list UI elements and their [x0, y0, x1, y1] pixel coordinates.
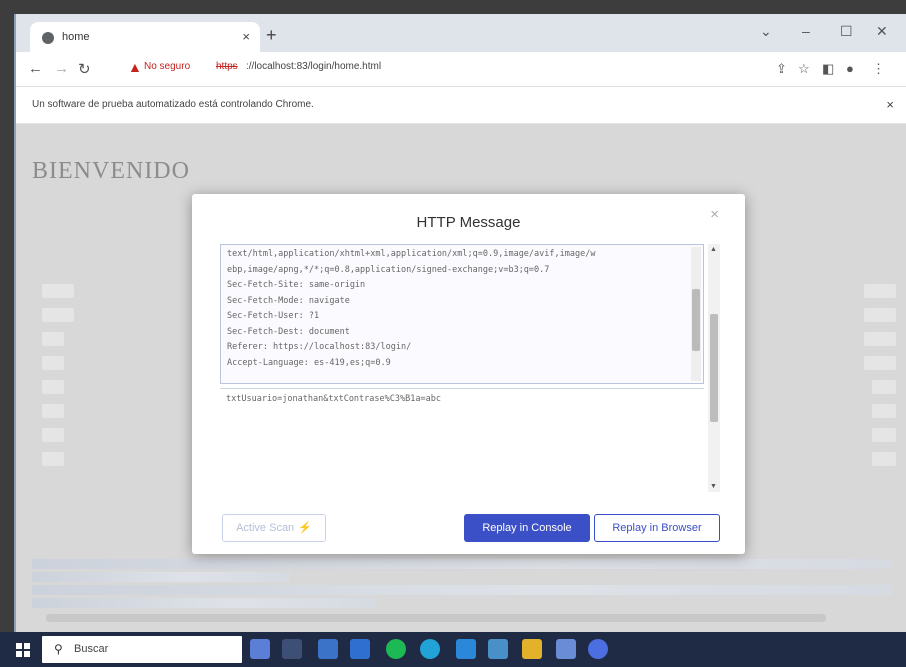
- headers-scroll-thumb[interactable]: [692, 289, 700, 351]
- app-icon[interactable]: [556, 639, 576, 659]
- bg-side-button: [42, 308, 74, 322]
- bg-side-button: [872, 404, 896, 418]
- active-scan-label: Active Scan: [236, 522, 295, 534]
- reload-icon[interactable]: ↻: [78, 60, 91, 78]
- scroll-down-icon[interactable]: ▼: [710, 483, 717, 490]
- taskbar: ⚲ Buscar: [0, 632, 906, 667]
- request-headers-text: text/html,application/xhtml+xml,applicat…: [227, 249, 596, 368]
- bg-row: [32, 585, 892, 595]
- page-title: BIENVENIDO: [32, 158, 190, 184]
- automation-infobar: Un software de prueba automatizado está …: [16, 87, 906, 124]
- bg-side-button: [864, 356, 896, 370]
- request-headers-pane[interactable]: text/html,application/xhtml+xml,applicat…: [220, 244, 704, 384]
- side-panel-icon[interactable]: ◧: [822, 61, 834, 77]
- browser-tab[interactable]: home ×: [30, 22, 260, 52]
- tab-title: home: [62, 31, 90, 43]
- bg-side-button: [42, 332, 64, 346]
- vscode-icon[interactable]: [456, 639, 476, 659]
- horizontal-scrollbar[interactable]: [46, 614, 826, 622]
- mail-icon[interactable]: [318, 639, 338, 659]
- task-view-icon[interactable]: [250, 639, 270, 659]
- request-body-pane[interactable]: txtUsuario=jonathan&txtContrase%C3%B1a=a…: [220, 388, 704, 488]
- bg-side-button: [864, 308, 896, 322]
- bolt-icon: ⚡: [298, 522, 312, 534]
- maximize-button[interactable]: ☐: [840, 23, 853, 40]
- bg-side-button: [872, 380, 896, 394]
- share-icon[interactable]: ⇪: [776, 61, 787, 77]
- windows-start-icon[interactable]: [16, 643, 30, 657]
- tab-strip: home × + ⌄ – ☐ ✕: [16, 14, 906, 52]
- tab-close-button[interactable]: ×: [242, 29, 250, 44]
- warning-icon: ▲: [128, 59, 142, 75]
- minimize-button[interactable]: –: [802, 23, 810, 39]
- store-icon[interactable]: [350, 639, 370, 659]
- infobar-message: Un software de prueba automatizado está …: [32, 99, 314, 110]
- scroll-up-icon[interactable]: ▲: [710, 246, 717, 253]
- security-label[interactable]: No seguro: [144, 61, 190, 72]
- chrome-icon[interactable]: [588, 639, 608, 659]
- http-message-dialog: HTTP Message × text/html,application/xht…: [192, 194, 745, 554]
- search-icon: ⚲: [54, 642, 63, 656]
- app-icon[interactable]: [488, 639, 508, 659]
- bg-side-button: [42, 356, 64, 370]
- spotify-icon[interactable]: [386, 639, 406, 659]
- bg-side-button: [864, 332, 896, 346]
- request-body-text: txtUsuario=jonathan&txtContrase%C3%B1a=a…: [226, 394, 441, 404]
- message-scrollbar[interactable]: ▲ ▼: [708, 244, 720, 492]
- url-text: ://localhost:83/login/home.html: [246, 61, 382, 72]
- bg-row: [32, 572, 290, 582]
- menu-icon[interactable]: ⋮: [872, 61, 885, 77]
- taskbar-search[interactable]: ⚲ Buscar: [42, 636, 242, 663]
- bg-side-button: [872, 428, 896, 442]
- replay-in-console-button[interactable]: Replay in Console: [464, 514, 590, 542]
- bg-side-button: [42, 380, 64, 394]
- background-history-rows: [32, 559, 892, 611]
- taskbar-search-placeholder: Buscar: [74, 643, 109, 655]
- bg-side-button: [42, 284, 74, 298]
- star-icon[interactable]: ☆: [798, 61, 810, 77]
- active-scan-button[interactable]: Active Scan ⚡: [222, 514, 326, 542]
- bg-row: [32, 598, 376, 608]
- dialog-close-button[interactable]: ×: [710, 206, 719, 223]
- profile-icon[interactable]: ●: [846, 61, 854, 76]
- url-scheme: https: [216, 61, 238, 72]
- zap-icon[interactable]: [522, 639, 542, 659]
- widgets-icon[interactable]: [282, 639, 302, 659]
- bg-side-button: [864, 284, 896, 298]
- new-tab-button[interactable]: +: [266, 25, 277, 46]
- globe-icon: [42, 32, 54, 44]
- forward-icon[interactable]: →: [54, 60, 69, 77]
- address-bar[interactable]: ▲ No seguro https ://localhost:83/login/…: [106, 57, 446, 79]
- close-window-button[interactable]: ✕: [876, 23, 888, 40]
- tab-search-icon[interactable]: ⌄: [760, 23, 772, 40]
- bg-side-button: [872, 452, 896, 466]
- back-icon[interactable]: ←: [28, 60, 43, 77]
- bg-side-button: [42, 428, 64, 442]
- edge-icon[interactable]: [420, 639, 440, 659]
- message-scroll-thumb[interactable]: [710, 314, 718, 422]
- infobar-close-button[interactable]: ×: [886, 97, 894, 112]
- browser-toolbar: ← → ↻ ▲ No seguro https ://localhost:83/…: [16, 52, 906, 87]
- bg-side-button: [42, 452, 64, 466]
- bg-row: [32, 559, 892, 569]
- bg-side-button: [42, 404, 64, 418]
- dialog-title: HTTP Message: [416, 214, 521, 231]
- replay-in-browser-button[interactable]: Replay in Browser: [594, 514, 720, 542]
